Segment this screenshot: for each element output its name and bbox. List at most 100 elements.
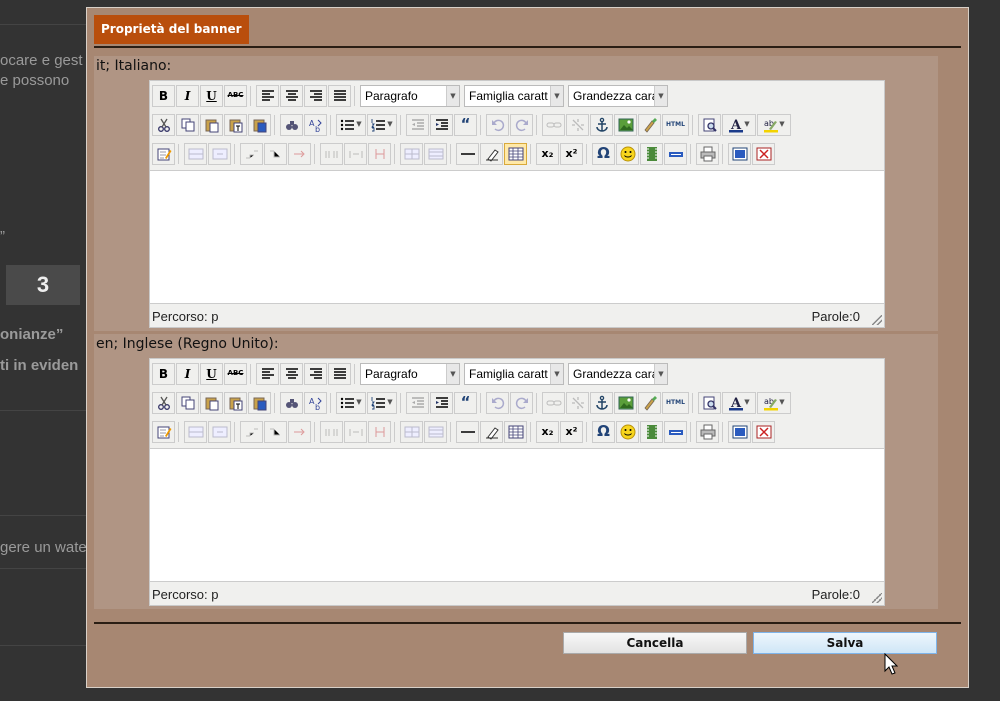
table-icon[interactable] [504, 420, 527, 443]
cleanup-icon[interactable] [638, 113, 661, 136]
font-family-select[interactable]: Famiglia caratt ▼ [464, 84, 564, 107]
redo-icon[interactable] [510, 113, 533, 136]
paste-text-icon[interactable] [224, 391, 247, 414]
outdent-icon[interactable] [406, 391, 429, 414]
bold-button[interactable]: B [152, 362, 175, 385]
subscript-button[interactable]: x₂ [536, 142, 559, 165]
image-icon[interactable] [614, 113, 637, 136]
link-icon[interactable] [542, 113, 565, 136]
blockquote-icon[interactable]: “ [454, 113, 477, 136]
subscript-button[interactable]: x₂ [536, 420, 559, 443]
print-icon[interactable] [696, 142, 719, 165]
editor-content-area[interactable] [150, 170, 884, 304]
align-center-icon[interactable] [280, 84, 303, 107]
cell-props-icon[interactable] [400, 142, 423, 165]
visual-aid-icon[interactable] [752, 142, 775, 165]
delete-row-icon[interactable] [208, 420, 231, 443]
align-center-icon[interactable] [280, 362, 303, 385]
replace-icon[interactable]: Ab [304, 391, 327, 414]
unlink-icon[interactable] [566, 391, 589, 414]
horizontal-rule-icon[interactable] [456, 420, 479, 443]
fullscreen-icon[interactable] [728, 420, 751, 443]
media-icon[interactable] [640, 142, 663, 165]
split-cells-icon[interactable] [320, 142, 343, 165]
paste-word-icon[interactable] [248, 113, 271, 136]
editor-content-area[interactable] [150, 448, 884, 582]
font-size-select[interactable]: Grandezza cara ▼ [568, 362, 668, 385]
image-icon[interactable] [614, 391, 637, 414]
blockquote-icon[interactable]: “ [454, 391, 477, 414]
italic-button[interactable]: I [176, 362, 199, 385]
find-icon[interactable] [280, 391, 303, 414]
special-char-button[interactable]: Ω [592, 420, 615, 443]
replace-icon[interactable]: Ab [304, 113, 327, 136]
preview-icon[interactable] [698, 113, 721, 136]
edit-css-icon[interactable] [152, 420, 175, 443]
delete-col-icon[interactable] [288, 420, 311, 443]
merge-cells-icon[interactable] [344, 142, 367, 165]
paste-icon[interactable] [200, 391, 223, 414]
anchor-icon[interactable] [590, 113, 613, 136]
superscript-button[interactable]: x² [560, 142, 583, 165]
paste-icon[interactable] [200, 113, 223, 136]
print-icon[interactable] [696, 420, 719, 443]
remove-format-icon[interactable] [480, 420, 503, 443]
cleanup-icon[interactable] [638, 391, 661, 414]
emoticon-icon[interactable] [616, 142, 639, 165]
resize-grip-icon[interactable] [872, 315, 882, 325]
find-icon[interactable] [280, 113, 303, 136]
indent-icon[interactable] [430, 391, 453, 414]
align-left-icon[interactable] [256, 84, 279, 107]
font-family-select[interactable]: Famiglia caratt ▼ [464, 362, 564, 385]
highlight-color-icon[interactable]: ab ▼ [757, 113, 791, 136]
anchor-icon[interactable] [590, 391, 613, 414]
edit-css-icon[interactable] [152, 142, 175, 165]
delete-col-icon[interactable] [288, 142, 311, 165]
paste-text-icon[interactable] [224, 113, 247, 136]
split-cells-icon[interactable] [320, 420, 343, 443]
insert-col-after-icon[interactable] [264, 142, 287, 165]
paragraph-select[interactable]: Paragrafo ▼ [360, 362, 460, 385]
save-button[interactable]: Salva [753, 632, 937, 654]
indent-icon[interactable] [430, 113, 453, 136]
resize-grip-icon[interactable] [872, 593, 882, 603]
html-source-button[interactable]: HTML [662, 113, 689, 136]
table-props-icon[interactable] [368, 142, 391, 165]
table-props-icon[interactable] [368, 420, 391, 443]
preview-icon[interactable] [698, 391, 721, 414]
special-char-button[interactable]: Ω [592, 142, 615, 165]
cut-icon[interactable] [152, 391, 175, 414]
underline-button[interactable]: U [200, 362, 223, 385]
delete-row-icon[interactable] [208, 142, 231, 165]
strikethrough-button[interactable]: ABC [224, 362, 247, 385]
table-icon[interactable] [504, 142, 527, 165]
align-justify-icon[interactable] [328, 362, 351, 385]
row-props-icon[interactable] [424, 420, 447, 443]
align-justify-icon[interactable] [328, 84, 351, 107]
strikethrough-button[interactable]: ABC [224, 84, 247, 107]
cut-icon[interactable] [152, 113, 175, 136]
bold-button[interactable]: B [152, 84, 175, 107]
insert-col-before-icon[interactable] [240, 420, 263, 443]
paragraph-select[interactable]: Paragrafo ▼ [360, 84, 460, 107]
outdent-icon[interactable] [406, 113, 429, 136]
underline-button[interactable]: U [200, 84, 223, 107]
nonbreaking-icon[interactable] [664, 142, 687, 165]
align-left-icon[interactable] [256, 362, 279, 385]
horizontal-rule-icon[interactable] [456, 142, 479, 165]
italic-button[interactable]: I [176, 84, 199, 107]
paste-word-icon[interactable] [248, 391, 271, 414]
nonbreaking-icon[interactable] [664, 420, 687, 443]
remove-format-icon[interactable] [480, 142, 503, 165]
insert-col-before-icon[interactable] [240, 142, 263, 165]
numbered-list-icon[interactable]: ▼ [367, 391, 397, 414]
superscript-button[interactable]: x² [560, 420, 583, 443]
text-color-icon[interactable]: A ▼ [722, 113, 756, 136]
copy-icon[interactable] [176, 391, 199, 414]
row-props-icon[interactable] [424, 142, 447, 165]
highlight-color-icon[interactable]: ab ▼ [757, 391, 791, 414]
text-color-icon[interactable]: A ▼ [722, 391, 756, 414]
unlink-icon[interactable] [566, 113, 589, 136]
align-right-icon[interactable] [304, 84, 327, 107]
numbered-list-icon[interactable]: ▼ [367, 113, 397, 136]
